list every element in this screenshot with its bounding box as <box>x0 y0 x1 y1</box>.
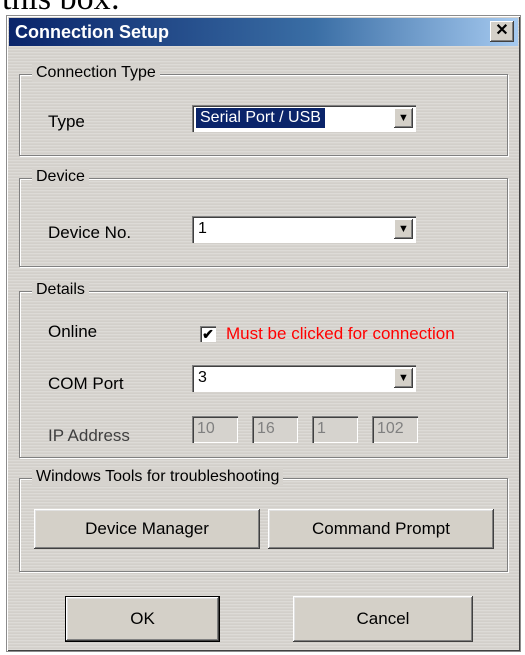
online-label: Online <box>48 322 98 341</box>
cancel-button[interactable]: Cancel <box>293 596 473 642</box>
com-port-label: COM Port <box>48 374 124 393</box>
type-label: Type <box>48 112 85 131</box>
chevron-down-icon[interactable]: ▼ <box>394 108 413 128</box>
details-group: Details Online ✔ Must be clicked for con… <box>19 281 508 458</box>
close-button[interactable]: ✕ <box>490 21 514 42</box>
command-prompt-button[interactable]: Command Prompt <box>268 509 494 549</box>
details-legend: Details <box>32 281 89 299</box>
com-port-value: 3 <box>198 369 207 386</box>
ip-octet-3-value: 1 <box>317 420 326 437</box>
device-group: Device Device No. 1 ▼ <box>19 168 508 267</box>
ip-octet-2-value: 16 <box>257 420 275 437</box>
ip-octet-3[interactable]: 1 <box>312 416 358 443</box>
ip-octet-2[interactable]: 16 <box>252 416 298 443</box>
chevron-down-icon[interactable]: ▼ <box>394 219 413 239</box>
ip-octet-4-value: 102 <box>377 420 404 437</box>
title-bar: Connection Setup ✕ <box>9 18 518 46</box>
device-legend: Device <box>32 168 89 186</box>
device-no-value: 1 <box>198 220 207 237</box>
checkmark-icon: ✔ <box>202 326 214 342</box>
device-no-label: Device No. <box>48 223 132 242</box>
device-no-select[interactable]: 1 ▼ <box>192 216 416 243</box>
ip-address-label: IP Address <box>48 426 130 445</box>
close-icon: ✕ <box>495 22 509 39</box>
device-manager-button[interactable]: Device Manager <box>34 509 260 549</box>
chevron-down-icon[interactable]: ▼ <box>394 368 413 388</box>
online-note: Must be clicked for connection <box>226 324 455 343</box>
ok-button[interactable]: OK <box>65 596 220 642</box>
type-select-value: Serial Port / USB <box>196 108 325 128</box>
dialog-title: Connection Setup <box>15 22 169 42</box>
connection-type-legend: Connection Type <box>32 64 160 82</box>
connection-setup-dialog: Connection Setup ✕ Connection Type Type … <box>6 15 521 652</box>
ip-octet-1[interactable]: 10 <box>192 416 238 443</box>
online-checkbox[interactable]: ✔ <box>200 326 216 342</box>
type-select[interactable]: Serial Port / USB ▼ <box>192 105 416 132</box>
ip-octet-1-value: 10 <box>197 420 215 437</box>
windows-tools-group: Windows Tools for troubleshooting Device… <box>19 468 508 572</box>
connection-type-group: Connection Type Type Serial Port / USB ▼ <box>19 64 508 156</box>
com-port-select[interactable]: 3 ▼ <box>192 365 416 392</box>
windows-tools-legend: Windows Tools for troubleshooting <box>32 468 284 486</box>
ip-octet-4[interactable]: 102 <box>372 416 418 443</box>
